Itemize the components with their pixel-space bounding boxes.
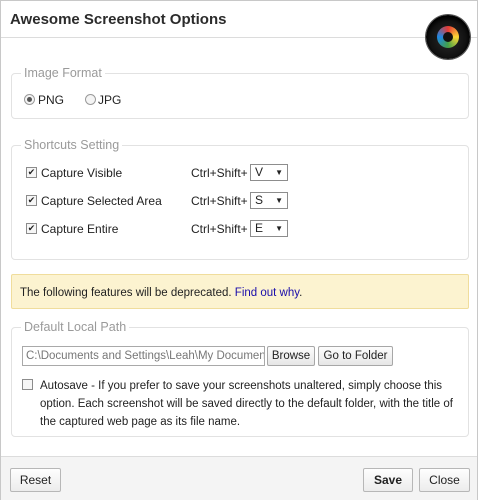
capture-entire-label: Capture Entire bbox=[41, 222, 119, 236]
local-path-input[interactable]: C:\Documents and Settings\Leah\My Docume… bbox=[22, 346, 265, 366]
capture-selected-key-select[interactable]: S ▼ bbox=[250, 192, 288, 209]
autosave-checkbox[interactable] bbox=[22, 379, 33, 390]
jpg-label[interactable]: JPG bbox=[98, 93, 121, 107]
png-label[interactable]: PNG bbox=[38, 93, 64, 107]
close-button[interactable]: Close bbox=[419, 468, 470, 492]
capture-visible-checkbox[interactable]: ✔ bbox=[26, 167, 37, 178]
deprecation-text: The following features will be deprecate… bbox=[20, 287, 302, 299]
chevron-down-icon: ▼ bbox=[275, 196, 283, 205]
capture-visible-key-select[interactable]: V ▼ bbox=[250, 164, 288, 181]
png-radio[interactable] bbox=[24, 94, 35, 105]
dialog-header: Awesome Screenshot Options bbox=[1, 1, 477, 38]
deprecation-period: . bbox=[299, 287, 303, 299]
capture-selected-checkbox[interactable]: ✔ bbox=[26, 195, 37, 206]
deprecation-message: The following features will be deprecate… bbox=[20, 287, 235, 299]
capture-entire-key-value: E bbox=[255, 221, 264, 235]
camera-lens-icon bbox=[426, 15, 470, 59]
capture-visible-modifier: Ctrl+Shift+ bbox=[191, 166, 248, 180]
reset-button[interactable]: Reset bbox=[10, 468, 61, 492]
local-path-legend: Default Local Path bbox=[21, 320, 130, 334]
image-format-legend: Image Format bbox=[21, 66, 105, 80]
options-dialog: Awesome Screenshot Options Image Format … bbox=[0, 0, 478, 500]
autosave-description: Autosave - If you prefer to save your sc… bbox=[40, 380, 453, 428]
capture-selected-modifier: Ctrl+Shift+ bbox=[191, 194, 248, 208]
jpg-radio[interactable] bbox=[85, 94, 96, 105]
shortcuts-legend: Shortcuts Setting bbox=[21, 138, 123, 152]
chevron-down-icon: ▼ bbox=[275, 168, 283, 177]
dialog-title: Awesome Screenshot Options bbox=[10, 11, 227, 28]
find-out-why-link[interactable]: Find out why bbox=[235, 287, 299, 299]
capture-selected-label: Capture Selected Area bbox=[41, 194, 162, 208]
dialog-footer: Reset Save Close bbox=[1, 456, 477, 500]
capture-entire-checkbox[interactable]: ✔ bbox=[26, 223, 37, 234]
capture-visible-key-value: V bbox=[255, 165, 264, 179]
go-to-folder-button[interactable]: Go to Folder bbox=[318, 346, 393, 366]
deprecation-banner: The following features will be deprecate… bbox=[11, 274, 469, 309]
capture-selected-key-value: S bbox=[255, 193, 264, 207]
browse-button[interactable]: Browse bbox=[267, 346, 315, 366]
save-button[interactable]: Save bbox=[363, 468, 413, 492]
capture-entire-key-select[interactable]: E ▼ bbox=[250, 220, 288, 237]
capture-visible-label: Capture Visible bbox=[41, 166, 123, 180]
chevron-down-icon: ▼ bbox=[275, 224, 283, 233]
capture-entire-modifier: Ctrl+Shift+ bbox=[191, 222, 248, 236]
